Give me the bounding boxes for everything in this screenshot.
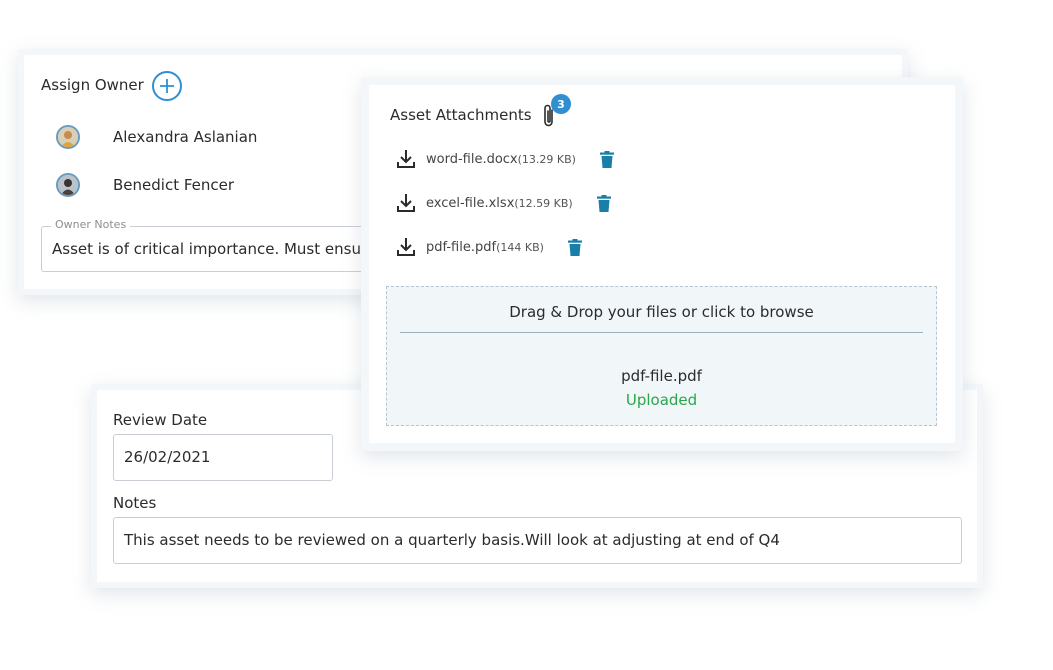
trash-icon[interactable] [567,238,582,256]
uploaded-file-name: pdf-file.pdf [621,367,702,385]
owner-name: Alexandra Aslanian [113,128,258,146]
review-date-label: Review Date [113,411,208,429]
notes-input[interactable]: This asset needs to be reviewed on a qua… [113,517,962,564]
download-icon[interactable] [396,148,416,170]
notes-label: Notes [113,494,157,512]
owner-notes-field[interactable]: Owner Notes Asset is of critical importa… [41,218,401,272]
review-date-input[interactable]: 26/02/2021 [113,434,333,481]
attachment-item: excel-file.xlsx (12.59 KB) [396,192,611,214]
attachment-size: (144 KB) [496,240,544,254]
trash-icon[interactable] [599,150,614,168]
owner-item: Benedict Fencer [56,173,234,197]
trash-icon[interactable] [596,194,611,212]
download-icon[interactable] [396,236,416,258]
file-dropzone[interactable]: Drag & Drop your files or click to brows… [386,286,937,426]
attachment-name: word-file.docx [426,151,518,167]
asset-attachments-card: Asset Attachments 3 word-file.docx (13.2… [361,77,963,451]
attachment-count-badge: 3 [551,94,571,114]
plus-icon [160,79,174,93]
attachment-size: (13.29 KB) [517,152,576,166]
upload-status: Uploaded [625,391,698,409]
download-icon[interactable] [396,192,416,214]
owner-item: Alexandra Aslanian [56,125,257,149]
owner-notes-value: Asset is of critical importance. Must en… [52,240,377,258]
attachment-name: pdf-file.pdf [426,239,497,255]
dropzone-instruction: Drag & Drop your files or click to brows… [509,303,814,321]
avatar [56,125,80,149]
attachment-size: (12.59 KB) [514,196,573,210]
add-owner-button[interactable] [152,71,182,101]
assign-owner-title: Assign Owner [41,76,144,94]
avatar [56,173,80,197]
owner-name: Benedict Fencer [113,176,235,194]
owner-notes-label: Owner Notes [51,218,131,231]
attachments-title: Asset Attachments [390,106,532,124]
dropzone-divider [400,332,923,333]
attachment-item: word-file.docx (13.29 KB) [396,148,614,170]
attachment-name: excel-file.xlsx [426,195,515,211]
attachment-item: pdf-file.pdf (144 KB) [396,236,582,258]
